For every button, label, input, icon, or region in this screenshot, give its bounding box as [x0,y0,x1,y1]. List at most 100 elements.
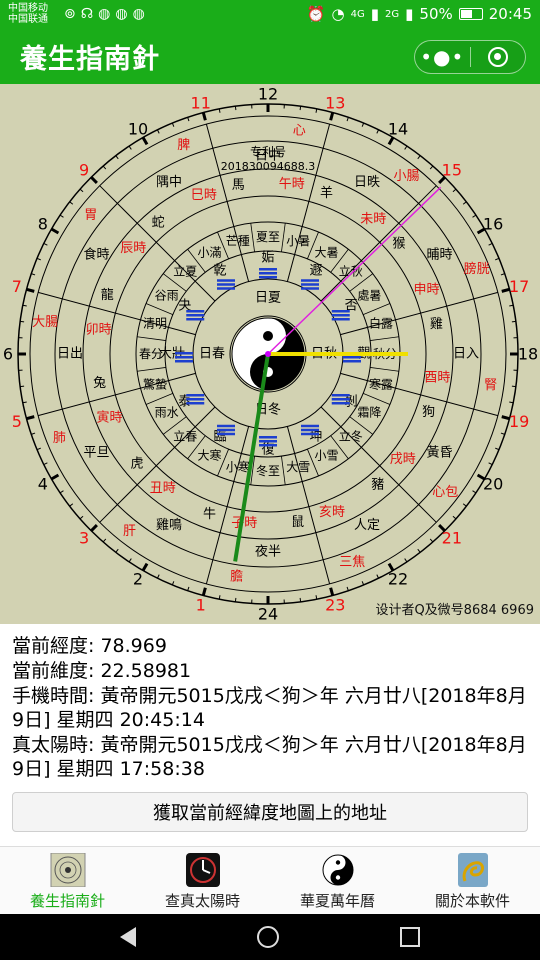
meridian-label: 肝 [123,524,136,539]
dial-tick [156,129,160,134]
get-address-button[interactable]: 獲取當前經緯度地圖上的地址 [12,792,528,832]
dial-tick [500,432,505,435]
hexagram-name: 姤 [261,251,274,266]
latitude-row: 當前維度: 22.58981 [12,659,532,683]
more-dots-icon[interactable]: •●• [415,42,470,72]
dial-tick [79,188,84,193]
shichen-label: 子時 [231,516,257,531]
carrier-2: 中国联通 [8,14,48,25]
tab-about[interactable]: 關於本軟件 [405,847,540,914]
dial-tick [361,581,365,586]
shichen-label: 未時 [360,212,386,227]
shichen-label: 亥時 [319,505,345,520]
wifi-call-icon: ⊚ [64,6,76,22]
term-line [363,303,391,315]
patent-label: 专利号 [250,144,286,159]
hexagram-line [186,310,205,313]
close-miniprogram-button[interactable] [471,47,526,67]
shichen-label: 申時 [414,282,440,297]
health-compass-dial[interactable]: 241234567891011 12 1314151617181920212223膽… [0,84,540,624]
tab-calendar[interactable]: 華夏萬年曆 [270,847,405,914]
hour-number: 10 [128,119,148,138]
hour-number: 12 [258,85,278,104]
dial-tick [234,597,237,602]
latitude-label: 當前維度: [12,660,95,682]
hour-number: 15 [442,161,462,180]
dial-tick [36,447,41,451]
wechat-icon-2: ◍ [115,6,128,22]
meridian-label: 肺 [53,431,66,446]
network-type-1: 4G [350,8,365,20]
time-name: 食時 [84,247,110,263]
meridian-label: 脾 [177,138,190,153]
dial-tick [299,597,302,602]
compass-area: 24 1 2 3 4 5 6 7 8 9 10 11 12 13 14 15 16 17 18 19 20 21 22 23 膽… [0,84,540,624]
solar-term: 雨水 [155,406,179,420]
tab-health-compass[interactable]: 養生指南針 [0,847,135,914]
dial-tick [171,581,175,586]
sundial-icon [185,853,220,887]
term-line [137,336,166,341]
home-icon[interactable] [256,926,279,948]
dial-tick [115,548,119,553]
recent-apps-icon[interactable] [399,927,420,947]
zodiac-animal: 雞 [430,317,443,332]
hour-number: 2 [133,570,143,589]
time-name: 平旦 [84,446,110,461]
hexagram-line [259,440,277,443]
page-title: 養生指南針 [20,43,160,75]
solar-term: 大寒 [197,447,221,462]
dial-tick [376,129,380,134]
dial-tick [462,201,467,205]
solar-term: 霜降 [357,406,381,420]
time-name: 晡時 [426,248,452,263]
dial-tick [115,155,119,160]
hour-number: 17 [509,277,529,296]
meridian-label: 腎 [484,378,497,393]
hexagram-line [186,318,205,321]
tab-solar-time[interactable]: 查真太陽時 [135,847,270,914]
term-line [370,336,399,341]
dial-tick [31,273,36,276]
zodiac-animal: 羊 [320,185,333,201]
dial-tick [171,122,175,127]
dial-tick [26,415,35,421]
notification-icons: ⊚ ☊ ◍ ◍ ◍ [64,6,145,22]
solar-term: 夏至 [256,230,280,244]
hour-number: 3 [79,528,89,547]
back-icon[interactable] [120,927,137,947]
solar-term: 大暑 [314,246,338,260]
term-line [370,367,399,372]
hexagram-line [301,424,319,428]
dial-tick [102,538,107,543]
hexagram-line [217,279,235,282]
dial-tick [128,145,132,150]
zodiac-animal: 牛 [203,507,216,522]
dial-tick [201,587,207,596]
dial-tick [69,503,74,507]
hexagram-line [301,279,319,282]
shichen-label: 寅時 [96,410,122,426]
hexagram-line [175,352,193,355]
dial-tick [495,257,500,261]
meridian-label: 心 [293,124,306,139]
dial-tick [500,273,505,276]
hexagram-line [331,314,350,317]
hexagram-line [301,283,319,286]
zodiac-animal: 鼠 [291,515,304,530]
phone-time-row: 手機時間: 黃帝開元5015戊戌＜狗＞年 六月廿八[2018年8月9日] 星期四… [12,684,532,732]
dial-tick [59,490,64,494]
phone-time-label: 手機時間: [12,685,95,707]
dial-tick [59,214,64,218]
hexagram-line [259,268,277,271]
hour-number: 14 [388,119,408,138]
dial-tick [90,524,98,532]
hexagram-line [186,314,205,317]
hour-number: 23 [325,596,345,615]
hour-number: 4 [38,475,48,494]
dial-tick [31,432,36,435]
solar-term: 芒種 [226,233,250,248]
solar-time-label: 真太陽時: [12,734,95,756]
hexagram-name: 乾 [213,263,226,278]
hand-pivot [265,351,271,357]
